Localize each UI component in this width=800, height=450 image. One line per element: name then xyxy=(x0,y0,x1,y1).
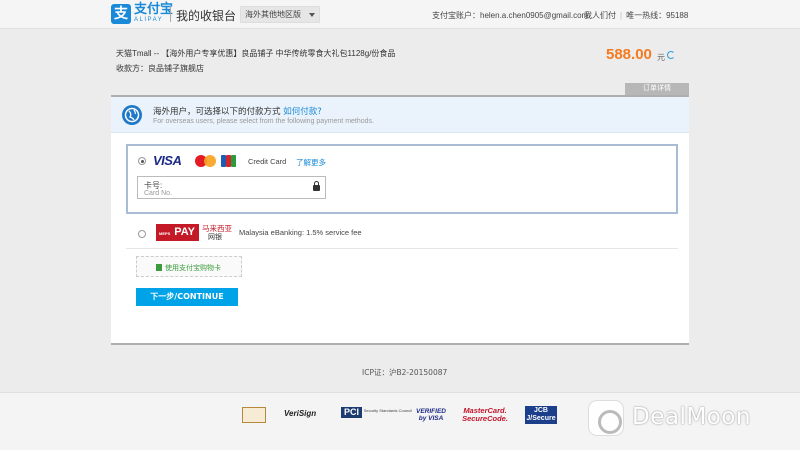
credit-card-label: Credit Card xyxy=(248,157,287,166)
dealmoon-watermark-text: DealMoon xyxy=(632,404,751,430)
mastercard-securecode-badge: MasterCard. SecureCode. xyxy=(462,406,508,423)
use-voucher-label: 使用支付宝购物卡 xyxy=(165,264,221,272)
pci-badge-sub: Security Standards Council xyxy=(363,408,412,413)
pci-badge: PCI Security Standards Council xyxy=(341,407,412,418)
learn-more-link[interactable]: 了解更多 xyxy=(296,157,326,168)
top-bar: 支 支付宝 ALIPAY 我的收银台 海外其他地区版 支付宝账户：helen.a… xyxy=(0,0,800,29)
region-selector-label: 海外其他地区版 xyxy=(245,10,301,19)
jcb-icon xyxy=(221,155,238,167)
account-label: 支付宝账户： xyxy=(432,11,480,20)
gift-card-icon xyxy=(156,264,162,271)
mepay-logo-small: MEPS xyxy=(159,231,171,236)
account-info: 支付宝账户：helen.a.chen0905@gmail.com xyxy=(432,10,588,21)
dealmoon-logo-icon xyxy=(588,400,624,436)
visa-logo: VISA xyxy=(153,153,182,168)
mepay-logo-main: PAY xyxy=(174,226,195,238)
card-number-input[interactable]: 卡号: Card No. xyxy=(137,176,326,199)
card-number-placeholder: Card No. xyxy=(144,190,173,197)
globe-icon xyxy=(122,105,142,125)
verified-by-visa-badge: VERIFIED by VISA xyxy=(416,408,446,422)
order-amount: 588.00 xyxy=(606,46,652,63)
order-detail-tab[interactable]: 订单详情 xyxy=(625,83,689,95)
mepay-logo[interactable]: MEPS PAY 马来西亚 网银 xyxy=(156,224,235,242)
help-link[interactable]: 我人们付 xyxy=(584,11,616,20)
hotline-link[interactable]: 唯一热线：95188 xyxy=(626,11,688,20)
icp-license: ICP证：沪B2-20150087 xyxy=(362,368,448,377)
jcb-secure-badge: JCB J/Secure xyxy=(525,406,557,424)
overseas-notice: 海外用户，可选择以下的付款方式 如何付款? For overseas users… xyxy=(111,97,689,133)
region-selector[interactable]: 海外其他地区版 xyxy=(240,6,320,23)
use-voucher-button[interactable]: 使用支付宝购物卡 xyxy=(136,256,242,277)
notice-text-en: For overseas users, please select from t… xyxy=(153,118,374,125)
logo-divider xyxy=(170,6,171,22)
option-divider xyxy=(126,248,678,249)
mepay-logo-cn: 马来西亚 xyxy=(202,224,232,233)
alipay-logo-sub: ALIPAY xyxy=(134,17,164,23)
chevron-down-icon xyxy=(309,13,315,17)
dealmoon-watermark: DealMoon xyxy=(588,400,783,436)
alipay-logo-text[interactable]: 支付宝 xyxy=(134,3,173,16)
account-email: helen.a.chen0905@gmail.com xyxy=(480,11,589,20)
amount-currency: 元 xyxy=(657,53,665,62)
verisign-badge: VeriSign xyxy=(284,409,317,418)
certificate-badge-icon xyxy=(242,407,266,423)
mepay-description: Malaysia eBanking: 1.5% service fee xyxy=(239,228,362,237)
top-links: 我人们付 | 唯一热线：95188 xyxy=(584,10,688,21)
mepay-radio[interactable] xyxy=(138,230,146,238)
link-separator: | xyxy=(620,11,623,20)
notice-text-cn: 海外用户，可选择以下的付款方式 如何付款? xyxy=(153,105,322,117)
continue-button[interactable]: 下一步/CONTINUE xyxy=(136,288,238,306)
order-seller: 收款方：良品铺子旗舰店 xyxy=(116,64,204,73)
order-title: 天猫Tmall -- 【海外用户专享优惠】良品铺子 中华传统零食大礼包1128g… xyxy=(116,49,396,58)
payment-panel: 海外用户，可选择以下的付款方式 如何付款? For overseas users… xyxy=(111,95,689,345)
mepay-logo-cn2: 网银 xyxy=(208,233,222,241)
notice-text: 海外用户，可选择以下的付款方式 xyxy=(153,107,284,117)
page-title: 我的收银台 xyxy=(176,9,237,23)
credit-card-radio[interactable] xyxy=(138,157,146,165)
how-to-pay-link[interactable]: 如何付款? xyxy=(283,107,322,117)
lock-icon xyxy=(313,181,320,191)
alipay-logo-icon[interactable]: 支 xyxy=(111,4,131,24)
refresh-icon[interactable] xyxy=(667,51,675,59)
mastercard-icon xyxy=(195,155,217,167)
pci-badge-label: PCI xyxy=(341,407,363,418)
